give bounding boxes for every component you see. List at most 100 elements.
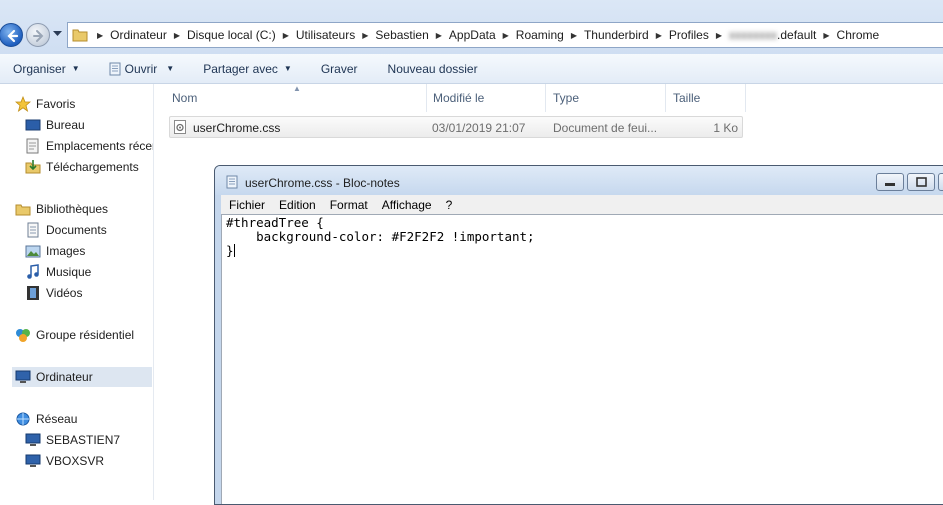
- nav-pc-vboxsvr-label: VBOXSVR: [46, 454, 105, 468]
- organize-button[interactable]: Organiser ▼: [13, 62, 80, 76]
- nav-pc-vboxsvr[interactable]: VBOXSVR: [25, 451, 104, 471]
- nav-music[interactable]: Musique: [25, 262, 91, 282]
- close-button[interactable]: [938, 173, 943, 191]
- menu-view[interactable]: Affichage: [374, 198, 438, 212]
- nav-homegroup[interactable]: Groupe résidentiel: [15, 325, 134, 345]
- minimize-button[interactable]: [876, 173, 904, 191]
- nav-network[interactable]: Réseau: [15, 409, 77, 429]
- nav-network-label: Réseau: [36, 412, 78, 426]
- breadcrumb-separator-icon[interactable]: ▶: [713, 31, 725, 40]
- nav-recent-places[interactable]: Emplacements récents: [25, 136, 153, 156]
- nav-computer[interactable]: Ordinateur: [12, 367, 152, 387]
- column-header-modified[interactable]: Modifié le: [433, 91, 484, 105]
- chevron-down-icon: ▼: [166, 64, 175, 73]
- file-size: 1 Ko: [713, 121, 738, 135]
- column-header-size[interactable]: Taille: [673, 91, 700, 105]
- file-name: userChrome.css: [193, 121, 281, 135]
- network-icon: [16, 412, 30, 426]
- breadcrumb-thunderbird[interactable]: Thunderbird: [580, 28, 653, 42]
- menu-format[interactable]: Format: [322, 198, 374, 212]
- libraries-icon: [15, 204, 31, 216]
- column-header-type[interactable]: Type: [553, 91, 579, 105]
- breadcrumb-sebastien[interactable]: Sebastien: [371, 28, 432, 42]
- film-icon: [27, 286, 39, 300]
- chevron-down-icon: ▼: [283, 64, 292, 73]
- forward-button[interactable]: [26, 23, 50, 47]
- nav-downloads[interactable]: Téléchargements: [25, 157, 139, 177]
- burn-button[interactable]: Graver: [321, 62, 358, 76]
- breadcrumb-separator-icon[interactable]: ▶: [280, 31, 292, 40]
- navigation-pane: Favoris Bureau Emplacements récents Télé…: [0, 84, 154, 500]
- desktop-icon: [25, 119, 41, 131]
- text-line-2: background-color: #F2F2F2 !important;: [226, 229, 535, 244]
- breadcrumb-separator-icon[interactable]: ▶: [653, 31, 665, 40]
- column-divider[interactable]: [426, 84, 427, 112]
- nav-videos-label: Vidéos: [46, 286, 83, 300]
- nav-images[interactable]: Images: [25, 241, 85, 261]
- downloads-icon: [25, 160, 41, 174]
- breadcrumb-chrome[interactable]: Chrome: [833, 28, 884, 42]
- nav-desktop[interactable]: Bureau: [25, 115, 85, 135]
- breadcrumb-utilisateurs[interactable]: Utilisateurs: [292, 28, 359, 42]
- breadcrumb-profile-default[interactable]: .default: [777, 28, 820, 42]
- breadcrumb-separator-icon[interactable]: ▶: [433, 31, 445, 40]
- breadcrumb-roaming[interactable]: Roaming: [512, 28, 568, 42]
- breadcrumb-appdata[interactable]: AppData: [445, 28, 500, 42]
- homegroup-icon: [16, 329, 30, 342]
- nav-pc-sebastien7[interactable]: SEBASTIEN7: [25, 430, 120, 450]
- chevron-down-icon: ▼: [71, 64, 80, 73]
- notepad-text-area[interactable]: #threadTree { background-color: #F2F2F2 …: [221, 214, 943, 504]
- maximize-icon: [916, 177, 927, 187]
- menu-edit[interactable]: Edition: [271, 198, 322, 212]
- nav-computer-label: Ordinateur: [36, 370, 93, 384]
- breadcrumb-separator-icon[interactable]: ▶: [171, 31, 183, 40]
- open-button[interactable]: Ouvrir ▼: [109, 62, 175, 76]
- new-folder-button[interactable]: Nouveau dossier: [388, 62, 478, 76]
- notepad-menu-bar: Fichier Edition Format Affichage ?: [221, 195, 943, 214]
- text-line-3-content: }: [226, 243, 234, 258]
- column-divider[interactable]: [545, 84, 546, 112]
- nav-favorites[interactable]: Favoris: [15, 94, 75, 114]
- menu-help[interactable]: ?: [438, 198, 459, 212]
- breadcrumb-separator-icon[interactable]: ▶: [500, 31, 512, 40]
- minimize-icon: [885, 183, 895, 186]
- menu-file[interactable]: Fichier: [221, 198, 271, 212]
- nav-documents-label: Documents: [46, 223, 107, 237]
- images-icon: [25, 245, 41, 258]
- recent-pages-chevron-down-icon[interactable]: [53, 31, 62, 37]
- nav-documents[interactable]: Documents: [25, 220, 107, 240]
- text-line-1: #threadTree {: [226, 215, 324, 230]
- nav-downloads-label: Téléchargements: [46, 160, 139, 174]
- text-caret: [233, 244, 235, 257]
- notepad-title-bar[interactable]: userChrome.css - Bloc-notes: [215, 166, 943, 195]
- forward-arrow-icon: [33, 30, 44, 42]
- text-line-3: }: [226, 244, 941, 258]
- back-arrow-icon: [7, 29, 19, 43]
- column-divider[interactable]: [665, 84, 666, 112]
- file-row[interactable]: userChrome.css 03/01/2019 21:07 Document…: [169, 116, 743, 138]
- nav-libraries[interactable]: Bibliothèques: [15, 199, 108, 219]
- new-folder-label: Nouveau dossier: [387, 61, 478, 76]
- music-note-icon: [27, 264, 39, 279]
- share-button[interactable]: Partager avec ▼: [203, 62, 292, 76]
- nav-favorites-label: Favoris: [36, 97, 76, 111]
- nav-homegroup-label: Groupe résidentiel: [36, 328, 135, 342]
- breadcrumb-profile-redacted[interactable]: xxxxxxxx: [725, 28, 777, 42]
- breadcrumb-separator-icon[interactable]: ▶: [359, 31, 371, 40]
- column-header-name[interactable]: Nom: [172, 91, 197, 105]
- maximize-button[interactable]: [907, 173, 935, 191]
- burn-label: Graver: [320, 61, 358, 76]
- column-divider[interactable]: [745, 84, 746, 112]
- breadcrumb-profiles[interactable]: Profiles: [665, 28, 713, 42]
- breadcrumb-separator-icon[interactable]: ▶: [94, 31, 106, 40]
- computer-icon: [25, 433, 41, 446]
- breadcrumb[interactable]: ▶ Ordinateur ▶ Disque local (C:) ▶ Utili…: [67, 22, 943, 48]
- breadcrumb-separator-icon[interactable]: ▶: [820, 31, 832, 40]
- breadcrumb-separator-icon[interactable]: ▶: [568, 31, 580, 40]
- breadcrumb-ordinateur[interactable]: Ordinateur: [106, 28, 171, 42]
- nav-libraries-label: Bibliothèques: [36, 202, 109, 216]
- nav-videos[interactable]: Vidéos: [25, 283, 82, 303]
- nav-pc-sebastien7-label: SEBASTIEN7: [46, 433, 121, 447]
- breadcrumb-disque-local[interactable]: Disque local (C:): [183, 28, 280, 42]
- back-button[interactable]: [0, 23, 23, 47]
